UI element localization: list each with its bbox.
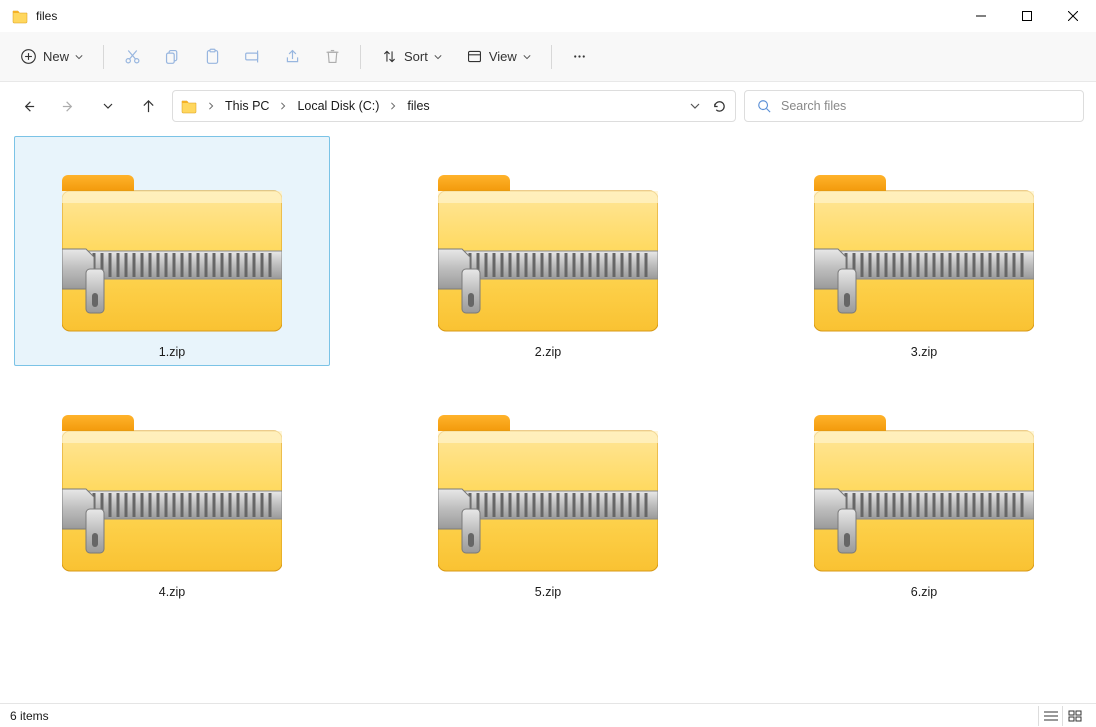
chevron-right-icon xyxy=(207,102,215,110)
ellipsis-icon xyxy=(571,48,588,65)
new-button[interactable]: New xyxy=(10,42,93,71)
nav-bar: This PC Local Disk (C:) files xyxy=(0,82,1096,130)
new-label: New xyxy=(43,49,69,64)
file-item[interactable]: 6.zip xyxy=(766,376,1082,606)
title-bar: files xyxy=(0,0,1096,32)
breadcrumb-item[interactable]: This PC xyxy=(225,99,269,113)
chevron-down-icon xyxy=(523,53,531,61)
share-icon xyxy=(284,48,301,65)
breadcrumb-item[interactable]: Local Disk (C:) xyxy=(297,99,379,113)
minimize-button[interactable] xyxy=(958,0,1004,32)
file-label: 3.zip xyxy=(911,345,937,359)
close-button[interactable] xyxy=(1050,0,1096,32)
grid-icon xyxy=(1068,710,1082,722)
zip-folder-icon xyxy=(433,143,663,343)
file-label: 6.zip xyxy=(911,585,937,599)
file-label: 1.zip xyxy=(159,345,185,359)
breadcrumb-item[interactable]: files xyxy=(407,99,429,113)
thumbnails-view-button[interactable] xyxy=(1062,706,1086,726)
folder-icon xyxy=(12,8,28,24)
folder-icon xyxy=(181,98,197,114)
chevron-down-icon xyxy=(103,101,113,111)
delete-button[interactable] xyxy=(314,39,350,75)
file-item[interactable]: 2.zip xyxy=(390,136,706,366)
search-box[interactable] xyxy=(744,90,1084,122)
scissors-icon xyxy=(124,48,141,65)
zip-folder-icon xyxy=(809,143,1039,343)
forward-button[interactable] xyxy=(52,90,84,122)
file-label: 4.zip xyxy=(159,585,185,599)
back-button[interactable] xyxy=(12,90,44,122)
view-button[interactable]: View xyxy=(456,42,541,71)
toolbar: New Sort View xyxy=(0,32,1096,82)
content-area: 1.zip 2.zip 3.zip 4.zip 5.zip 6.zip xyxy=(0,130,1096,703)
trash-icon xyxy=(324,48,341,65)
file-label: 2.zip xyxy=(535,345,561,359)
chevron-down-icon[interactable] xyxy=(690,101,700,111)
arrow-up-icon xyxy=(141,99,156,114)
arrow-left-icon xyxy=(21,99,36,114)
recent-button[interactable] xyxy=(92,90,124,122)
share-button[interactable] xyxy=(274,39,310,75)
paste-button[interactable] xyxy=(194,39,230,75)
view-label: View xyxy=(489,49,517,64)
sort-button[interactable]: Sort xyxy=(371,42,452,71)
sort-label: Sort xyxy=(404,49,428,64)
chevron-down-icon xyxy=(434,53,442,61)
sort-icon xyxy=(381,48,398,65)
arrow-right-icon xyxy=(61,99,76,114)
copy-button[interactable] xyxy=(154,39,190,75)
details-view-button[interactable] xyxy=(1038,706,1062,726)
rename-button[interactable] xyxy=(234,39,270,75)
separator xyxy=(103,45,104,69)
item-count: 6 items xyxy=(10,709,49,723)
clipboard-icon xyxy=(204,48,221,65)
list-icon xyxy=(1044,710,1058,722)
search-icon xyxy=(757,99,771,113)
file-item[interactable]: 5.zip xyxy=(390,376,706,606)
chevron-down-icon xyxy=(75,53,83,61)
plus-circle-icon xyxy=(20,48,37,65)
zip-folder-icon xyxy=(57,383,287,583)
view-icon xyxy=(466,48,483,65)
zip-folder-icon xyxy=(809,383,1039,583)
cut-button[interactable] xyxy=(114,39,150,75)
up-button[interactable] xyxy=(132,90,164,122)
refresh-icon[interactable] xyxy=(712,99,727,114)
status-bar: 6 items xyxy=(0,703,1096,727)
copy-icon xyxy=(164,48,181,65)
window-title: files xyxy=(36,9,57,23)
chevron-right-icon xyxy=(389,102,397,110)
file-label: 5.zip xyxy=(535,585,561,599)
zip-folder-icon xyxy=(433,383,663,583)
search-input[interactable] xyxy=(781,99,1071,113)
chevron-right-icon xyxy=(279,102,287,110)
address-bar[interactable]: This PC Local Disk (C:) files xyxy=(172,90,736,122)
separator xyxy=(551,45,552,69)
file-item[interactable]: 1.zip xyxy=(14,136,330,366)
maximize-button[interactable] xyxy=(1004,0,1050,32)
file-item[interactable]: 3.zip xyxy=(766,136,1082,366)
rename-icon xyxy=(244,48,261,65)
file-item[interactable]: 4.zip xyxy=(14,376,330,606)
zip-folder-icon xyxy=(57,143,287,343)
more-button[interactable] xyxy=(562,39,598,75)
separator xyxy=(360,45,361,69)
